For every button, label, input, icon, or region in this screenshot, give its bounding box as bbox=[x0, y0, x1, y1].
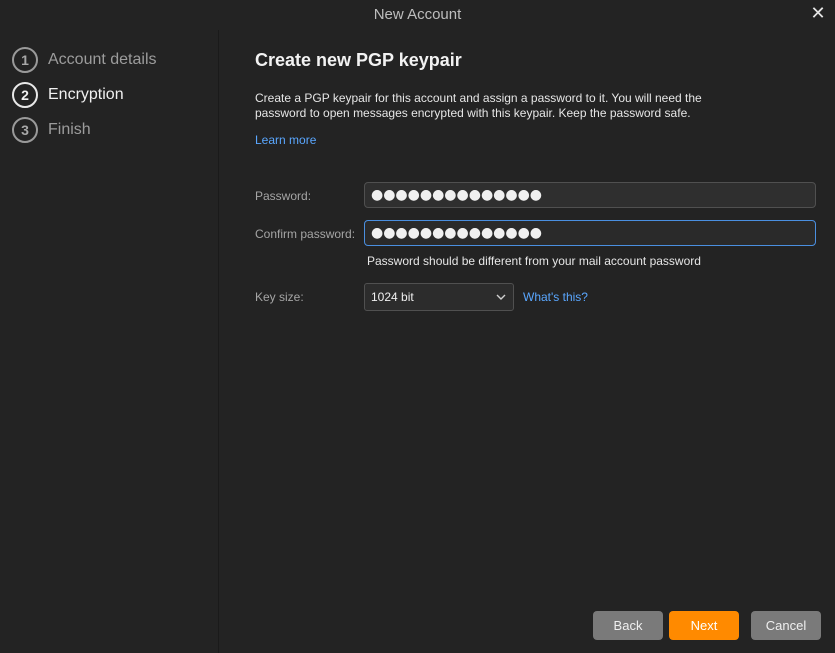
back-button[interactable]: Back bbox=[593, 611, 663, 640]
step-number-badge: 2 bbox=[12, 82, 38, 108]
window-title: New Account bbox=[373, 6, 462, 23]
title-bar: New Account ✕ bbox=[0, 0, 835, 30]
next-button[interactable]: Next bbox=[669, 611, 739, 640]
wizard-steps-sidebar: 1 Account details 2 Encryption 3 Finish bbox=[0, 30, 219, 653]
confirm-password-label: Confirm password: bbox=[255, 227, 356, 241]
step-encryption: 2 Encryption bbox=[12, 81, 124, 109]
step-finish: 3 Finish bbox=[12, 116, 91, 144]
key-size-select[interactable]: 1024 bit bbox=[364, 283, 514, 311]
main-content: Create new PGP keypair Create a PGP keyp… bbox=[219, 30, 835, 653]
page-title: Create new PGP keypair bbox=[255, 50, 462, 70]
new-account-window: New Account ✕ 1 Account details 2 Encryp… bbox=[0, 0, 835, 653]
step-number-badge: 3 bbox=[12, 117, 38, 143]
chevron-down-icon bbox=[495, 291, 507, 303]
step-label: Account details bbox=[48, 51, 157, 68]
confirm-password-input[interactable]: ●●●●●●●●●●●●●● bbox=[364, 220, 816, 246]
key-size-value: 1024 bit bbox=[371, 290, 414, 304]
key-size-label: Key size: bbox=[255, 290, 304, 304]
learn-more-link[interactable]: Learn more bbox=[255, 133, 316, 147]
password-input[interactable]: ●●●●●●●●●●●●●● bbox=[364, 182, 816, 208]
close-icon[interactable]: ✕ bbox=[809, 4, 827, 22]
password-label: Password: bbox=[255, 189, 312, 203]
description-text: Create a PGP keypair for this account an… bbox=[255, 91, 702, 120]
step-number-badge: 1 bbox=[12, 47, 38, 73]
whats-this-link[interactable]: What's this? bbox=[523, 290, 588, 304]
step-label: Encryption bbox=[48, 86, 124, 103]
password-hint: Password should be different from your m… bbox=[367, 254, 701, 268]
step-label: Finish bbox=[48, 121, 91, 138]
cancel-button[interactable]: Cancel bbox=[751, 611, 821, 640]
step-account-details: 1 Account details bbox=[12, 46, 157, 74]
